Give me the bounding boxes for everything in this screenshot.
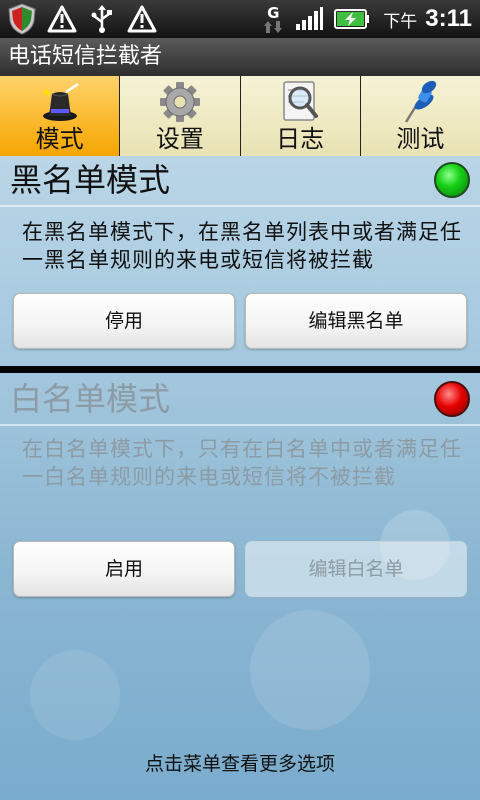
disable-blacklist-button[interactable]: 停用 bbox=[13, 293, 235, 349]
tab-bar: 模式 设置 日志 测试 bbox=[0, 76, 480, 156]
pushpin-icon bbox=[405, 80, 437, 123]
shield-icon[interactable] bbox=[6, 3, 38, 35]
tab-settings[interactable]: 设置 bbox=[120, 76, 240, 156]
tab-label: 模式 bbox=[35, 125, 84, 153]
usb-icon[interactable] bbox=[86, 3, 118, 35]
whitelist-status-indicator bbox=[434, 381, 470, 417]
section-divider bbox=[0, 366, 480, 373]
divider bbox=[0, 424, 480, 426]
gear-icon bbox=[159, 82, 200, 122]
enable-whitelist-button[interactable]: 启用 bbox=[13, 541, 235, 597]
edit-blacklist-button[interactable]: 编辑黑名单 bbox=[245, 293, 467, 349]
magic-hat-icon bbox=[41, 82, 79, 121]
edit-whitelist-button: 编辑白名单 bbox=[245, 541, 467, 597]
blacklist-description: 在黑名单模式下，在黑名单列表中或者满足任一黑名单规则的来电或短信将被拦截 bbox=[22, 220, 462, 272]
battery-charging-icon bbox=[333, 3, 371, 35]
background-bubble bbox=[30, 650, 120, 740]
tab-label: 设置 bbox=[155, 125, 204, 153]
blacklist-status-indicator bbox=[434, 162, 470, 198]
tab-label: 测试 bbox=[396, 125, 445, 153]
background-bubble bbox=[250, 610, 370, 730]
tab-mode[interactable]: 模式 bbox=[0, 76, 120, 156]
whitelist-section: 白名单模式 在白名单模式下，只有在白名单中或者满足任一白名单规则的来电或短信将不… bbox=[0, 373, 480, 613]
whitelist-description: 在白名单模式下，只有在白名单中或者满足任一白名单规则的来电或短信将不被拦截 bbox=[22, 437, 462, 489]
tab-label: 日志 bbox=[276, 125, 325, 153]
blacklist-section: 黑名单模式 在黑名单模式下，在黑名单列表中或者满足任一黑名单规则的来电或短信将被… bbox=[0, 156, 480, 366]
tab-test[interactable]: 测试 bbox=[360, 76, 480, 156]
status-ampm: 下午 bbox=[383, 11, 418, 32]
log-magnifier-icon bbox=[283, 81, 319, 121]
warning-icon[interactable] bbox=[126, 3, 158, 35]
network-data-icon: G bbox=[261, 3, 285, 35]
tab-log[interactable]: 日志 bbox=[240, 76, 360, 156]
menu-hint: 点击菜单查看更多选项 bbox=[144, 753, 335, 775]
blacklist-title: 黑名单模式 bbox=[10, 161, 171, 199]
status-bar: G 下午 3:11 bbox=[0, 0, 480, 38]
app-title: 电话短信拦截者 bbox=[0, 38, 480, 76]
warning-icon[interactable] bbox=[46, 3, 78, 35]
divider bbox=[0, 205, 480, 207]
network-type-label: G bbox=[267, 3, 280, 22]
signal-icon bbox=[293, 3, 325, 35]
status-time: 3:11 bbox=[425, 5, 472, 32]
whitelist-title: 白名单模式 bbox=[10, 380, 171, 418]
